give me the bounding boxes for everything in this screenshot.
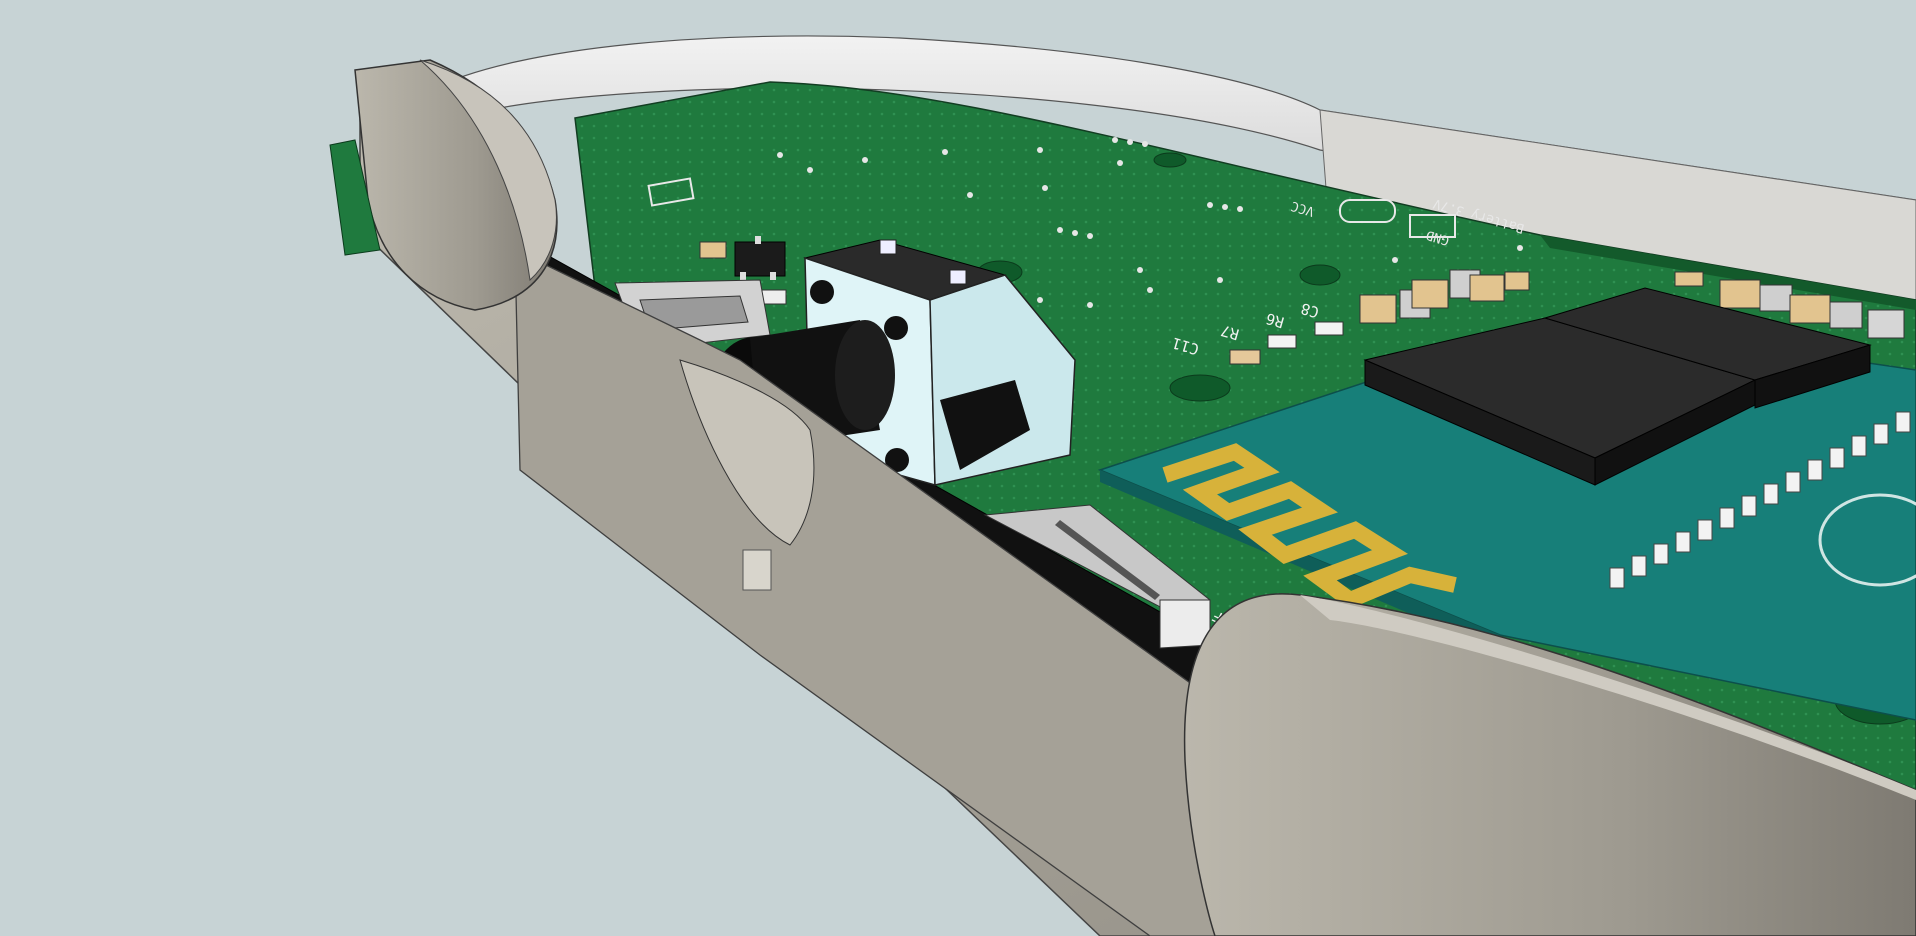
sot-transistor xyxy=(734,236,786,280)
pcb-enclosure-render: VCC Battery 3.7V GND C8 R6 R7 C11 OFF ON xyxy=(0,0,1916,936)
shell-notch xyxy=(742,549,772,591)
